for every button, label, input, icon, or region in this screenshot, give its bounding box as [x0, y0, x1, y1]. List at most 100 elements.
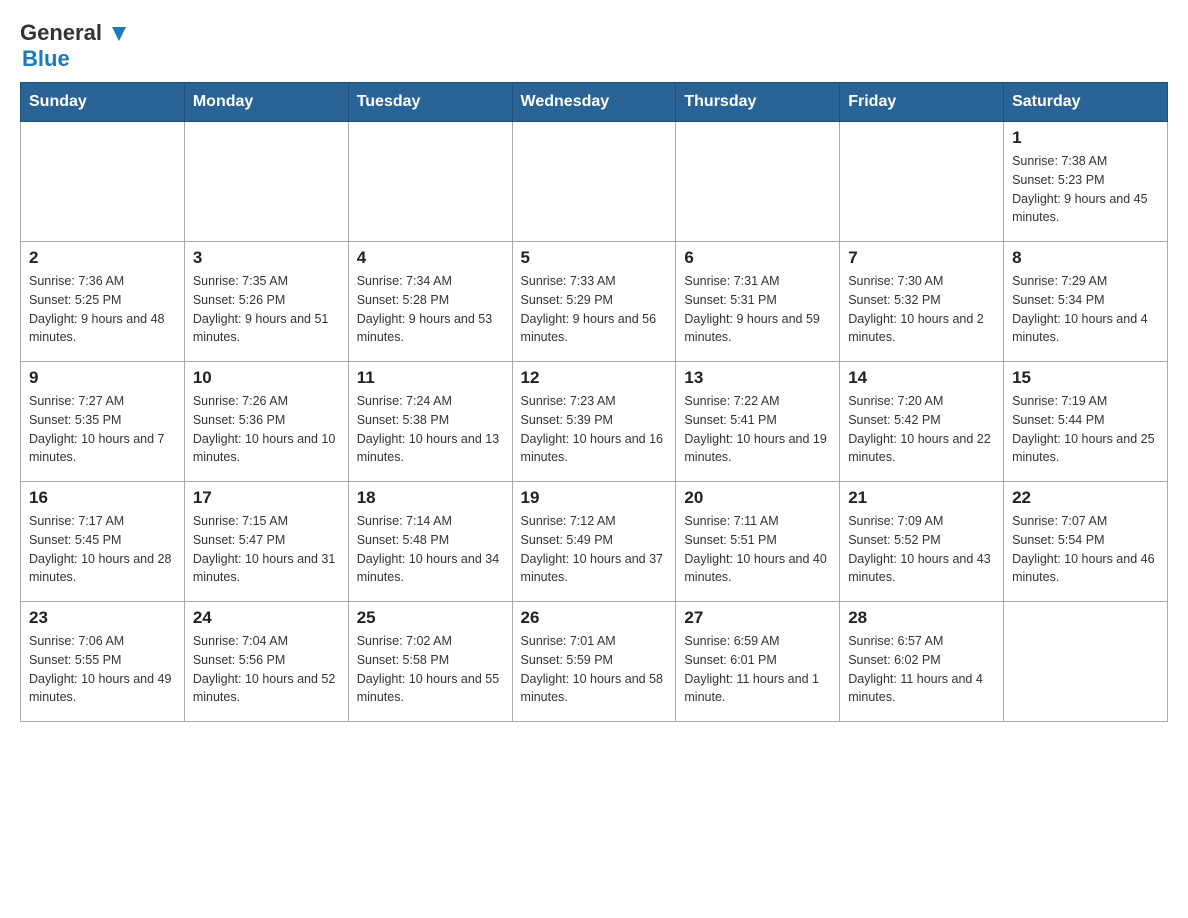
day-number: 7 [848, 248, 995, 268]
day-number: 18 [357, 488, 504, 508]
column-header-friday: Friday [840, 83, 1004, 122]
calendar-cell: 28 Sunrise: 6:57 AMSunset: 6:02 PMDayligh… [840, 602, 1004, 722]
week-row-2: 2Sunrise: 7:36 AMSunset: 5:25 PMDaylight… [21, 242, 1168, 362]
day-number: 14 [848, 368, 995, 388]
calendar-cell: 23 Sunrise: 7:06 AMSunset: 5:55 PMDayligh… [21, 602, 185, 722]
calendar-cell [1004, 602, 1168, 722]
day-info: Sunrise: 7:26 AMSunset: 5:36 PMDaylight:… [193, 392, 340, 467]
calendar-cell: 6 Sunrise: 7:31 AMSunset: 5:31 PMDaylight… [676, 242, 840, 362]
calendar-cell: 17 Sunrise: 7:15 AMSunset: 5:47 PMDayligh… [184, 482, 348, 602]
day-info: Sunrise: 6:57 AMSunset: 6:02 PMDaylight:… [848, 632, 995, 707]
day-number: 1 [1012, 128, 1159, 148]
calendar-cell: 19 Sunrise: 7:12 AMSunset: 5:49 PMDayligh… [512, 482, 676, 602]
day-info: Sunrise: 7:22 AMSunset: 5:41 PMDaylight:… [684, 392, 831, 467]
logo-blue: Blue [22, 46, 70, 71]
calendar-cell: 2Sunrise: 7:36 AMSunset: 5:25 PMDaylight… [21, 242, 185, 362]
day-info: Sunrise: 7:02 AMSunset: 5:58 PMDaylight:… [357, 632, 504, 707]
column-header-thursday: Thursday [676, 83, 840, 122]
calendar-cell: 18 Sunrise: 7:14 AMSunset: 5:48 PMDayligh… [348, 482, 512, 602]
day-info: Sunrise: 7:33 AMSunset: 5:29 PMDaylight:… [521, 272, 668, 347]
day-info: Sunrise: 7:24 AMSunset: 5:38 PMDaylight:… [357, 392, 504, 467]
day-info: Sunrise: 7:35 AMSunset: 5:26 PMDaylight:… [193, 272, 340, 347]
day-info: Sunrise: 7:34 AMSunset: 5:28 PMDaylight:… [357, 272, 504, 347]
day-info: Sunrise: 7:07 AMSunset: 5:54 PMDaylight:… [1012, 512, 1159, 587]
column-header-sunday: Sunday [21, 83, 185, 122]
day-info: Sunrise: 7:09 AMSunset: 5:52 PMDaylight:… [848, 512, 995, 587]
calendar-cell: 1 Sunrise: 7:38 AMSunset: 5:23 PMDaylight… [1004, 122, 1168, 242]
calendar-cell: 25Sunrise: 7:02 AMSunset: 5:58 PMDayligh… [348, 602, 512, 722]
calendar-cell: 5Sunrise: 7:33 AMSunset: 5:29 PMDaylight… [512, 242, 676, 362]
day-number: 24 [193, 608, 340, 628]
week-row-4: 16Sunrise: 7:17 AMSunset: 5:45 PMDayligh… [21, 482, 1168, 602]
day-number: 16 [29, 488, 176, 508]
day-info: Sunrise: 7:04 AMSunset: 5:56 PMDaylight:… [193, 632, 340, 707]
calendar-cell: 14 Sunrise: 7:20 AMSunset: 5:42 PMDayligh… [840, 362, 1004, 482]
column-header-monday: Monday [184, 83, 348, 122]
calendar-cell: 9 Sunrise: 7:27 AMSunset: 5:35 PMDaylight… [21, 362, 185, 482]
day-number: 6 [684, 248, 831, 268]
day-info: Sunrise: 7:30 AMSunset: 5:32 PMDaylight:… [848, 272, 995, 347]
day-info: Sunrise: 7:11 AMSunset: 5:51 PMDaylight:… [684, 512, 831, 587]
column-header-wednesday: Wednesday [512, 83, 676, 122]
day-info: Sunrise: 7:12 AMSunset: 5:49 PMDaylight:… [521, 512, 668, 587]
day-number: 9 [29, 368, 176, 388]
day-number: 21 [848, 488, 995, 508]
day-number: 19 [521, 488, 668, 508]
day-info: Sunrise: 7:20 AMSunset: 5:42 PMDaylight:… [848, 392, 995, 467]
calendar-cell [840, 122, 1004, 242]
calendar-cell [348, 122, 512, 242]
day-number: 4 [357, 248, 504, 268]
day-info: Sunrise: 7:38 AMSunset: 5:23 PMDaylight:… [1012, 152, 1159, 227]
day-info: Sunrise: 7:23 AMSunset: 5:39 PMDaylight:… [521, 392, 668, 467]
calendar-cell: 3 Sunrise: 7:35 AMSunset: 5:26 PMDaylight… [184, 242, 348, 362]
calendar-cell [184, 122, 348, 242]
day-info: Sunrise: 7:19 AMSunset: 5:44 PMDaylight:… [1012, 392, 1159, 467]
calendar-cell: 4 Sunrise: 7:34 AMSunset: 5:28 PMDaylight… [348, 242, 512, 362]
day-info: Sunrise: 7:06 AMSunset: 5:55 PMDaylight:… [29, 632, 176, 707]
day-info: Sunrise: 7:15 AMSunset: 5:47 PMDaylight:… [193, 512, 340, 587]
day-number: 12 [521, 368, 668, 388]
calendar-cell: 11 Sunrise: 7:24 AMSunset: 5:38 PMDayligh… [348, 362, 512, 482]
calendar-cell: 24 Sunrise: 7:04 AMSunset: 5:56 PMDayligh… [184, 602, 348, 722]
day-info: Sunrise: 7:29 AMSunset: 5:34 PMDaylight:… [1012, 272, 1159, 347]
day-number: 13 [684, 368, 831, 388]
week-row-1: 1 Sunrise: 7:38 AMSunset: 5:23 PMDaylight… [21, 122, 1168, 242]
day-number: 3 [193, 248, 340, 268]
calendar-cell: 8 Sunrise: 7:29 AMSunset: 5:34 PMDaylight… [1004, 242, 1168, 362]
calendar-cell [21, 122, 185, 242]
day-number: 8 [1012, 248, 1159, 268]
day-info: Sunrise: 7:27 AMSunset: 5:35 PMDaylight:… [29, 392, 176, 467]
column-header-saturday: Saturday [1004, 83, 1168, 122]
day-number: 28 [848, 608, 995, 628]
day-number: 15 [1012, 368, 1159, 388]
calendar-cell: 7 Sunrise: 7:30 AMSunset: 5:32 PMDaylight… [840, 242, 1004, 362]
logo-text: General [20, 20, 128, 46]
calendar-cell: 26Sunrise: 7:01 AMSunset: 5:59 PMDayligh… [512, 602, 676, 722]
week-row-5: 23 Sunrise: 7:06 AMSunset: 5:55 PMDayligh… [21, 602, 1168, 722]
day-number: 23 [29, 608, 176, 628]
day-number: 27 [684, 608, 831, 628]
day-info: Sunrise: 7:31 AMSunset: 5:31 PMDaylight:… [684, 272, 831, 347]
day-number: 11 [357, 368, 504, 388]
calendar-cell: 15 Sunrise: 7:19 AMSunset: 5:44 PMDayligh… [1004, 362, 1168, 482]
calendar-cell: 13 Sunrise: 7:22 AMSunset: 5:41 PMDayligh… [676, 362, 840, 482]
week-row-3: 9 Sunrise: 7:27 AMSunset: 5:35 PMDaylight… [21, 362, 1168, 482]
calendar-cell: 27 Sunrise: 6:59 AMSunset: 6:01 PMDayligh… [676, 602, 840, 722]
calendar-cell: 20Sunrise: 7:11 AMSunset: 5:51 PMDayligh… [676, 482, 840, 602]
page-header: General Blue [20, 20, 1168, 72]
calendar-cell [512, 122, 676, 242]
day-number: 17 [193, 488, 340, 508]
calendar-cell: 21 Sunrise: 7:09 AMSunset: 5:52 PMDayligh… [840, 482, 1004, 602]
calendar-table: SundayMondayTuesdayWednesdayThursdayFrid… [20, 82, 1168, 722]
calendar-cell: 16Sunrise: 7:17 AMSunset: 5:45 PMDayligh… [21, 482, 185, 602]
day-info: Sunrise: 7:14 AMSunset: 5:48 PMDaylight:… [357, 512, 504, 587]
calendar-cell [676, 122, 840, 242]
column-header-tuesday: Tuesday [348, 83, 512, 122]
day-info: Sunrise: 7:36 AMSunset: 5:25 PMDaylight:… [29, 272, 176, 347]
calendar-cell: 22 Sunrise: 7:07 AMSunset: 5:54 PMDayligh… [1004, 482, 1168, 602]
day-info: Sunrise: 6:59 AMSunset: 6:01 PMDaylight:… [684, 632, 831, 707]
calendar-header-row: SundayMondayTuesdayWednesdayThursdayFrid… [21, 83, 1168, 122]
day-number: 22 [1012, 488, 1159, 508]
day-info: Sunrise: 7:01 AMSunset: 5:59 PMDaylight:… [521, 632, 668, 707]
calendar-cell: 10Sunrise: 7:26 AMSunset: 5:36 PMDayligh… [184, 362, 348, 482]
